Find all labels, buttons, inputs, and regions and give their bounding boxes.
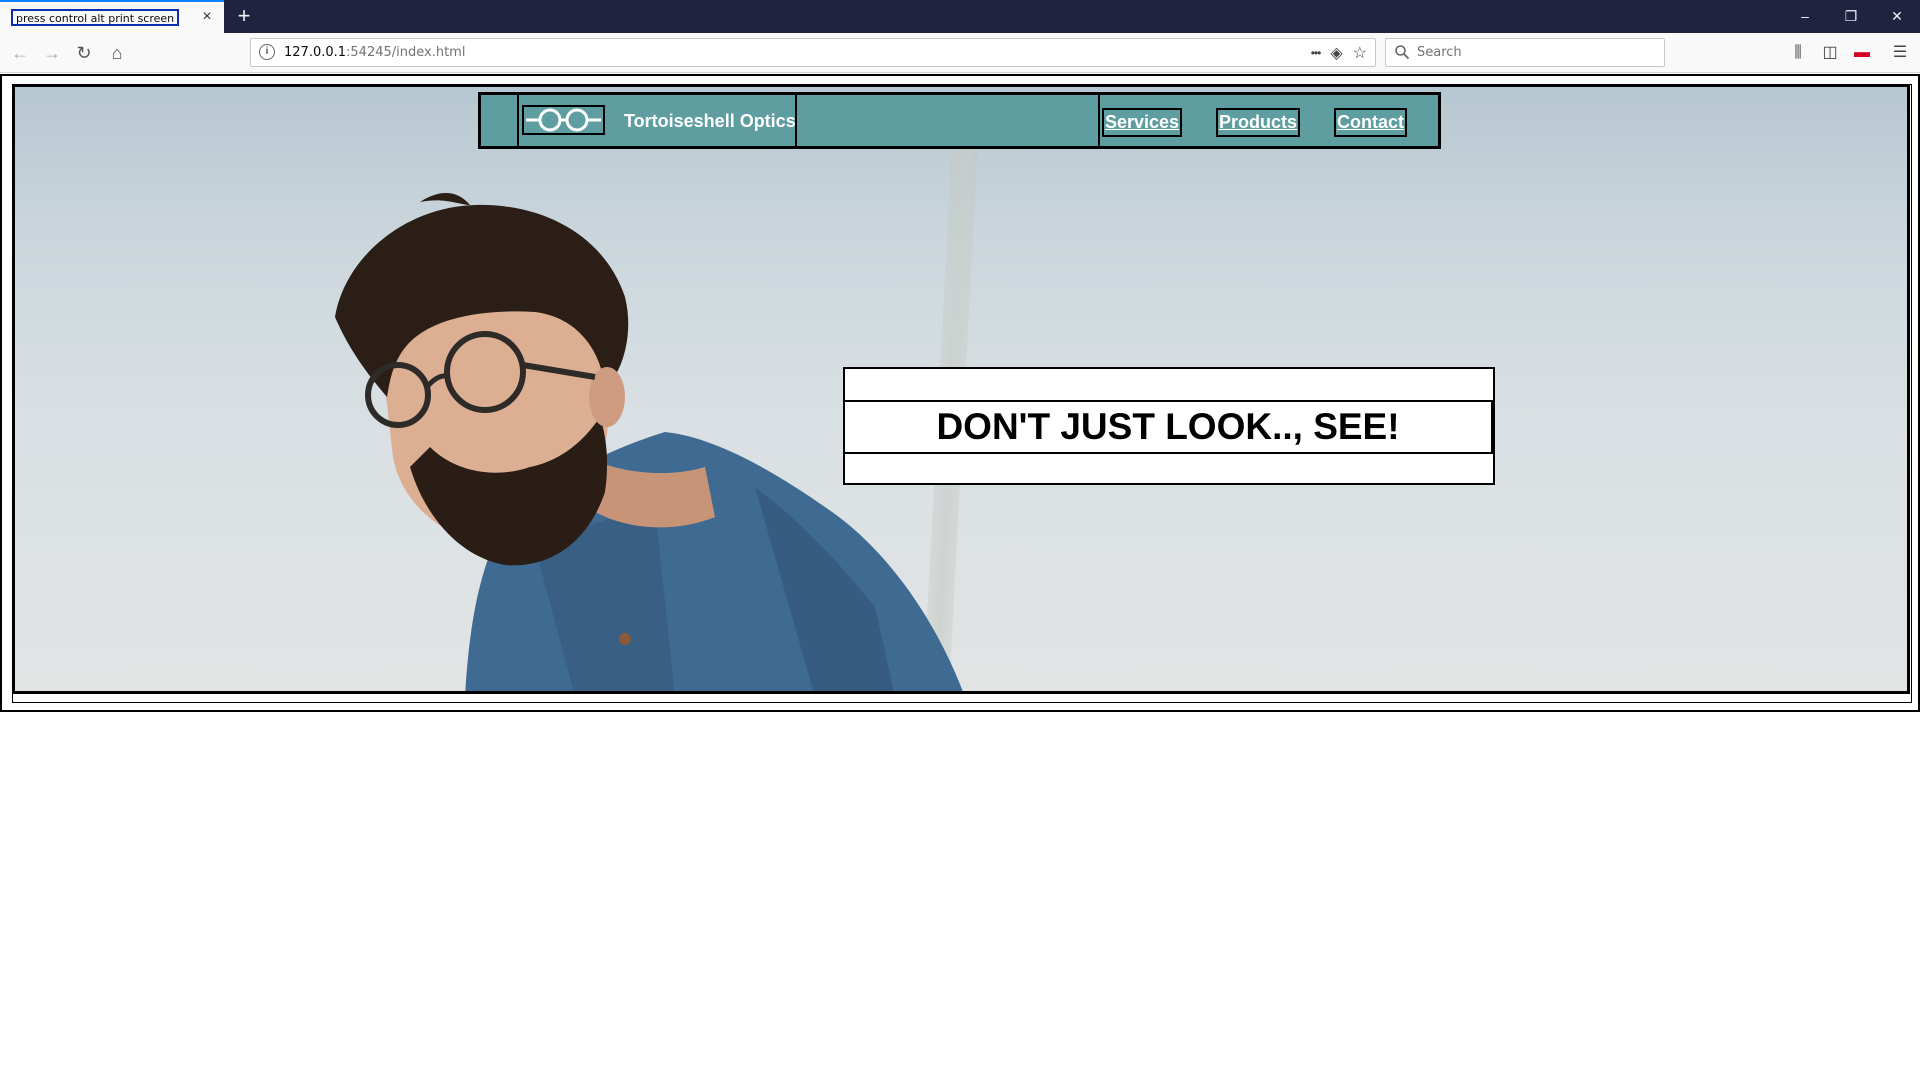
- hero-section: DON'T JUST LOOK.., SEE!: [12, 84, 1910, 694]
- more-actions-icon[interactable]: •••: [1311, 46, 1322, 60]
- menu-contact-link[interactable]: Contact: [1334, 108, 1407, 137]
- menu-icon[interactable]: ☰: [1888, 41, 1912, 65]
- back-button[interactable]: ←: [6, 39, 34, 67]
- reload-button[interactable]: ↻: [70, 39, 98, 67]
- browser-titlebar: press control alt print screen × + – ❐ ✕: [0, 0, 1920, 33]
- url-bar[interactable]: i 127.0.0.1:54245/index.html ••• ◈ ☆: [250, 38, 1376, 67]
- sidebar-icon[interactable]: ◫: [1818, 41, 1842, 65]
- url-port-path: :54245/index.html: [346, 45, 466, 60]
- hero-tagline: DON'T JUST LOOK.., SEE!: [845, 400, 1493, 454]
- brand-area[interactable]: Tortoiseshell Optics: [517, 95, 797, 146]
- forward-button[interactable]: →: [38, 39, 66, 67]
- tagline-box: DON'T JUST LOOK.., SEE!: [843, 367, 1495, 485]
- url-text[interactable]: 127.0.0.1:54245/index.html: [284, 45, 465, 60]
- restore-button[interactable]: ❐: [1828, 0, 1874, 33]
- menu-services-link[interactable]: Services: [1102, 108, 1183, 137]
- close-window-button[interactable]: ✕: [1874, 0, 1920, 33]
- url-actions: ••• ◈ ☆: [1311, 42, 1367, 64]
- pocket-icon[interactable]: ◈: [1330, 43, 1342, 63]
- minimize-button[interactable]: –: [1782, 0, 1828, 33]
- search-bar[interactable]: Search: [1385, 38, 1665, 67]
- browser-navbar: ← → ↻ ⌂ i 127.0.0.1:54245/index.html •••…: [0, 33, 1920, 73]
- site-header: Tortoiseshell Optics Services Products C…: [478, 92, 1441, 149]
- main-menu: Services Products Contact: [1098, 95, 1438, 146]
- tab-title: press control alt print screen: [11, 9, 180, 26]
- library-icon[interactable]: ⫼: [1786, 41, 1810, 65]
- glasses-icon[interactable]: [522, 105, 605, 135]
- bookmark-star-icon[interactable]: ☆: [1353, 43, 1367, 63]
- search-input[interactable]: Search: [1417, 45, 1462, 60]
- brand-name[interactable]: Tortoiseshell Optics: [624, 111, 796, 132]
- addon-icon[interactable]: ▬: [1850, 41, 1874, 65]
- tab-close-icon[interactable]: ×: [198, 8, 216, 26]
- glasses-logo-graphic: [526, 108, 601, 132]
- home-button[interactable]: ⌂: [103, 39, 131, 67]
- new-tab-button[interactable]: +: [231, 3, 257, 29]
- site-info-icon[interactable]: i: [259, 44, 275, 60]
- browser-tab[interactable]: press control alt print screen ×: [0, 0, 224, 33]
- search-icon: [1395, 45, 1410, 60]
- menu-products-link[interactable]: Products: [1216, 108, 1301, 137]
- url-host: 127.0.0.1: [284, 45, 347, 60]
